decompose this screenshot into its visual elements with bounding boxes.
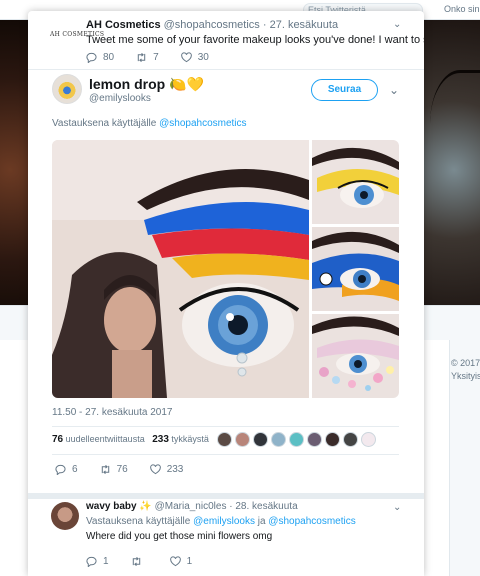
author-handle[interactable]: @emilyslooks (89, 93, 151, 104)
like-button[interactable]: 30 (180, 52, 209, 63)
retweet-button[interactable]: 7 (136, 52, 159, 63)
reply-context-link[interactable]: @shopahcosmetics (159, 118, 246, 129)
reply-icon (86, 556, 97, 567)
reply-button[interactable]: 1 (86, 556, 109, 567)
liker-avatar[interactable] (289, 432, 304, 447)
reply-context-prefix: Vastauksena käyttäjälle (52, 118, 160, 129)
likers-avatars (217, 432, 379, 447)
parent-date[interactable]: 27. kesäkuuta (270, 19, 339, 31)
reply-context-joiner: ja (254, 516, 269, 527)
reply-date[interactable]: 28. kesäkuuta (235, 501, 297, 512)
media-photo-bottom[interactable] (312, 314, 399, 398)
retweets-label[interactable]: uudelleentwiittausta (66, 434, 145, 444)
eye-flowers-image (312, 314, 399, 398)
retweet-icon (101, 464, 109, 475)
background-media-right (424, 20, 480, 305)
media-photo-main[interactable] (52, 140, 309, 398)
reply-separator: · (229, 501, 233, 512)
reply-count: 80 (103, 52, 115, 63)
like-count: 30 (197, 52, 209, 63)
tweet-modal: AH COSMETICS AH Cosmetics @shopahcosmeti… (28, 11, 424, 576)
reply-actions: 1 1 (86, 556, 214, 567)
liker-avatar[interactable] (343, 432, 358, 447)
reply-tweet[interactable]: wavy baby ✨ @Maria_nic0les · 28. kesäkuu… (28, 494, 424, 576)
media-grid (52, 140, 399, 398)
background-panel-right (424, 340, 450, 576)
retweet-count: 7 (153, 52, 159, 63)
background-footer: © 2017 T Yksityisy (451, 357, 480, 383)
like-count: 233 (166, 464, 184, 475)
avatar[interactable] (51, 502, 79, 530)
likes-label[interactable]: tykkäystä (171, 434, 209, 444)
tweet-stats: 76 uudelleentwiittausta 233 tykkäystä (52, 434, 209, 445)
like-icon (149, 464, 161, 475)
like-icon (180, 52, 192, 63)
retweet-icon (132, 556, 140, 567)
divider (52, 454, 399, 455)
follow-button[interactable]: Seuraa (311, 79, 378, 101)
chevron-down-icon[interactable]: ⌄ (393, 502, 401, 513)
parent-tweet-text: Tweet me some of your favorite makeup lo… (86, 34, 424, 46)
reply-button[interactable]: 80 (86, 52, 114, 63)
background-footer-line[interactable]: Yksityisy (451, 370, 480, 383)
like-button[interactable]: 1 (169, 556, 193, 567)
reply-count: 1 (103, 556, 109, 567)
parent-actions: 80 7 30 (86, 52, 231, 63)
liker-avatar[interactable] (307, 432, 322, 447)
eye-blue-orange-image (312, 227, 399, 311)
retweet-button[interactable] (131, 556, 148, 567)
background-media-left (0, 20, 28, 305)
liker-avatar[interactable] (253, 432, 268, 447)
parent-tweet-header: AH Cosmetics @shopahcosmetics · 27. kesä… (86, 19, 338, 31)
chevron-down-icon[interactable]: ⌄ (393, 19, 401, 30)
media-photo-top[interactable] (312, 140, 399, 224)
like-count: 1 (186, 556, 193, 567)
parent-tweet[interactable]: AH COSMETICS AH Cosmetics @shopahcosmeti… (28, 11, 424, 70)
reply-icon (55, 464, 66, 475)
parent-author-handle[interactable]: @shopahcosmetics (164, 19, 260, 31)
likes-count[interactable]: 233 (152, 434, 169, 445)
divider (52, 426, 399, 427)
reply-count: 6 (72, 464, 78, 475)
chevron-down-icon[interactable]: ⌄ (389, 83, 399, 97)
reply-tweet-text: Where did you get those mini flowers omg (86, 531, 273, 542)
eye-yellow-image (312, 140, 399, 224)
tweet-timestamp[interactable]: 11.50 - 27. kesäkuuta 2017 (52, 407, 172, 418)
parent-separator: · (262, 19, 267, 31)
reply-context-link[interactable]: @shopahcosmetics (268, 516, 355, 527)
avatar[interactable] (52, 74, 82, 104)
like-button[interactable]: 233 (149, 464, 184, 475)
background-topbar-link[interactable]: Onko sinu (444, 4, 480, 14)
parent-author-name[interactable]: AH Cosmetics (86, 19, 161, 31)
reply-tweet-header: wavy baby ✨ @Maria_nic0les · 28. kesäkuu… (86, 501, 298, 512)
liker-avatar[interactable] (217, 432, 232, 447)
background-panel-left (0, 340, 28, 576)
author-name[interactable]: lemon drop 🍋💛 (89, 76, 204, 93)
liker-avatar[interactable] (361, 432, 376, 447)
retweet-button[interactable]: 76 (100, 464, 128, 475)
reply-author-handle[interactable]: @Maria_nic0les (155, 501, 227, 512)
liker-avatar[interactable] (325, 432, 340, 447)
reply-context: Vastauksena käyttäjälle @emilyslooks ja … (86, 516, 356, 527)
liker-avatar[interactable] (271, 432, 286, 447)
reply-author-name[interactable]: wavy baby ✨ (86, 501, 152, 512)
reply-icon (86, 52, 97, 63)
reply-context-prefix: Vastauksena käyttäjälle (86, 516, 194, 527)
retweet-icon (137, 52, 146, 63)
reply-context-link[interactable]: @emilyslooks (193, 516, 255, 527)
like-icon (169, 556, 181, 567)
reply-context: Vastauksena käyttäjälle @shopahcosmetics (52, 118, 247, 129)
retweet-count: 76 (116, 464, 128, 475)
reply-button[interactable]: 6 (55, 464, 78, 475)
background-footer-line: © 2017 T (451, 358, 480, 368)
media-photo-middle[interactable] (312, 227, 399, 311)
eye-artwork-image (52, 140, 309, 398)
tweet-actions: 6 76 233 (55, 464, 205, 475)
retweets-count[interactable]: 76 (52, 434, 63, 445)
liker-avatar[interactable] (235, 432, 250, 447)
